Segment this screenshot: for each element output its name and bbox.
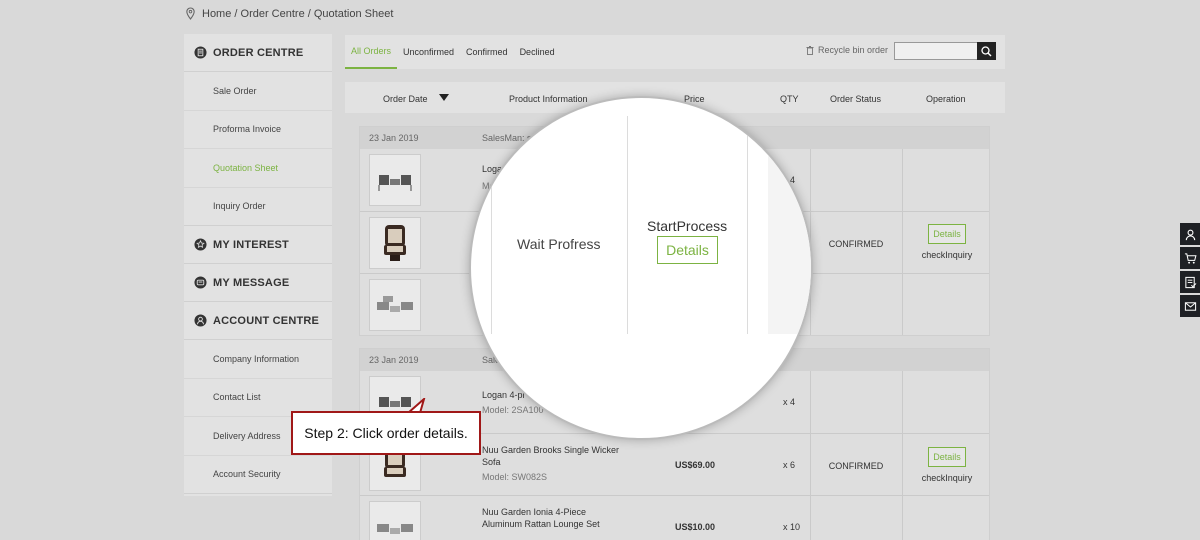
search-button[interactable] <box>977 42 996 60</box>
product-qty: x 4 <box>783 397 796 407</box>
product-qty: x 10 <box>783 522 801 532</box>
user-icon <box>1185 229 1195 240</box>
cart-button[interactable] <box>1180 247 1200 269</box>
user-icon <box>194 314 207 327</box>
tab-all-orders[interactable]: All Orders <box>345 35 398 69</box>
cart-icon <box>1184 252 1197 264</box>
product-qty: x 6 <box>783 460 796 470</box>
tab-confirmed[interactable]: Confirmed <box>460 35 514 69</box>
operation-cell: Details checkInquiry <box>903 224 991 260</box>
patio-set-image <box>378 175 412 191</box>
column-divider <box>627 116 628 334</box>
step-callout: Step 2: Click order details. <box>291 411 481 455</box>
search-input[interactable] <box>894 42 978 60</box>
details-button[interactable]: Details <box>928 447 966 467</box>
operation-cell: Details checkInquiry <box>903 447 991 483</box>
column-divider <box>810 371 811 540</box>
product-thumbnail[interactable] <box>369 501 421 540</box>
envelope-icon <box>1184 301 1196 311</box>
sidebar-item-inquiry-order[interactable]: Inquiry Order <box>184 188 332 226</box>
tab-unconfirmed[interactable]: Unconfirmed <box>397 35 460 69</box>
product-price: US$10.00 <box>675 522 716 532</box>
location-pin-icon <box>186 7 195 20</box>
sidebar-section-account-centre[interactable]: ACCOUNT CENTRE <box>184 302 332 340</box>
magnifier-overlay: Wait Profress StartProcess Details <box>469 96 813 440</box>
sidebar-section-my-interest[interactable]: MY INTEREST <box>184 226 332 264</box>
document-icon <box>194 46 207 59</box>
product-model: Model: 2SA100 <box>482 405 544 415</box>
floating-toolbar <box>1180 223 1200 319</box>
order-date: 23 Jan 2019 <box>369 355 419 365</box>
sidebar-item-company-information[interactable]: Company Information <box>184 340 332 379</box>
check-inquiry-link[interactable]: checkInquiry <box>903 250 991 260</box>
sidebar-section-my-message[interactable]: MY MESSAGE <box>184 264 332 302</box>
table-row: Nuu Garden Ionia 4-Piece Aluminum Rattan… <box>360 495 989 540</box>
breadcrumb: Home / Order Centre / Quotation Sheet <box>185 7 393 20</box>
magnified-wait-progress: Wait Profress <box>517 236 601 252</box>
magnified-start-process: StartProcess <box>647 218 728 234</box>
details-button[interactable]: Details <box>928 224 966 244</box>
product-thumbnail[interactable] <box>369 279 421 331</box>
order-status: CONFIRMED <box>828 239 884 249</box>
magnified-qty-column <box>768 116 811 334</box>
order-date: 23 Jan 2019 <box>369 133 419 143</box>
star-icon <box>194 238 207 251</box>
product-name[interactable]: Nuu Garden Ionia 4-Piece Aluminum Rattan… <box>482 506 622 530</box>
order-status: CONFIRMED <box>828 461 884 471</box>
search-icon <box>981 45 992 56</box>
tab-declined[interactable]: Declined <box>514 35 561 69</box>
sort-down-icon[interactable] <box>439 94 449 101</box>
product-price: US$69.00 <box>675 460 716 470</box>
section-label: ACCOUNT CENTRE <box>213 314 320 327</box>
recycle-bin-label: Recycle bin order <box>818 45 889 55</box>
lounge-set-image <box>377 524 413 534</box>
product-model: Model: SW082S <box>482 472 548 482</box>
inquiry-list-button[interactable] <box>1180 271 1200 293</box>
check-inquiry-link[interactable]: checkInquiry <box>903 473 991 483</box>
breadcrumb-text[interactable]: Home / Order Centre / Quotation Sheet <box>202 8 393 20</box>
lounge-set-image <box>377 296 413 312</box>
header-operation: Operation <box>926 94 966 104</box>
callout-text: Step 2: Click order details. <box>304 425 468 441</box>
section-label: MY MESSAGE <box>213 276 290 289</box>
recycle-bin-link[interactable]: Recycle bin order <box>806 45 888 55</box>
header-product-information: Product Information <box>509 94 588 104</box>
section-label: ORDER CENTRE <box>213 46 304 59</box>
product-thumbnail[interactable] <box>369 217 421 269</box>
column-divider <box>747 116 748 334</box>
product-name[interactable]: Nuu Garden Brooks Single Wicker Sofa <box>482 444 622 468</box>
message-icon <box>194 276 207 289</box>
email-button[interactable] <box>1180 295 1200 317</box>
section-label: MY INTEREST <box>213 238 289 251</box>
header-order-date[interactable]: Order Date <box>383 94 428 104</box>
sidebar-item-quotation-sheet[interactable]: Quotation Sheet <box>184 149 332 188</box>
magnified-details-button[interactable]: Details <box>657 236 718 264</box>
sidebar-section-order-centre[interactable]: ORDER CENTRE <box>184 34 332 72</box>
sidebar-item-account-security[interactable]: Account Security <box>184 456 332 494</box>
user-profile-button[interactable] <box>1180 223 1200 245</box>
chair-image <box>384 225 406 261</box>
order-tabs-bar: All Orders Unconfirmed Confirmed Decline… <box>345 35 1005 69</box>
sidebar-item-proforma-invoice[interactable]: Proforma Invoice <box>184 111 332 149</box>
column-divider <box>491 116 492 334</box>
checklist-icon <box>1184 276 1196 288</box>
header-order-status: Order Status <box>830 94 882 104</box>
trash-icon <box>806 45 814 55</box>
header-qty: QTY <box>780 94 799 104</box>
sidebar-item-sale-order[interactable]: Sale Order <box>184 72 332 111</box>
product-thumbnail[interactable] <box>369 154 421 206</box>
